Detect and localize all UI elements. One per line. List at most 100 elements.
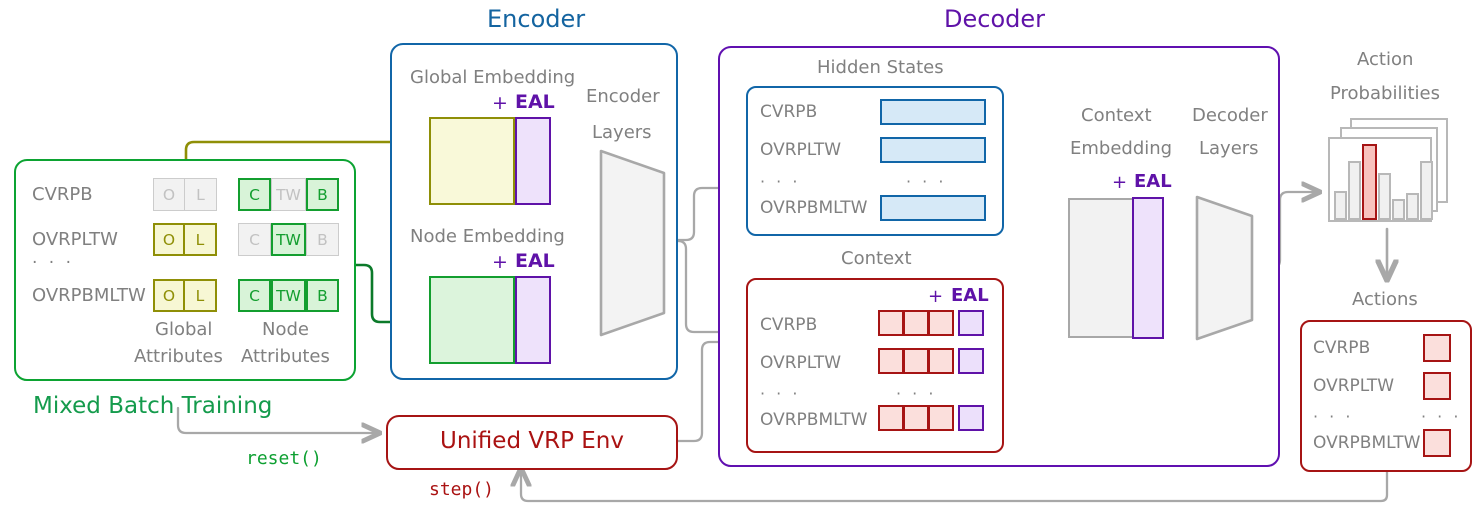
global-attr-row-1: O L	[153, 223, 217, 256]
context-embedding-label-line2: Embedding	[1070, 138, 1173, 159]
hidden-states-label: Hidden States	[817, 57, 944, 78]
hidden-row-label-1: OVRPLTW	[760, 140, 842, 160]
context-cell-1-2[interactable]	[928, 348, 954, 374]
context-cell-2-1[interactable]	[903, 405, 929, 431]
decoder-layers-label-line1: Decoder	[1192, 105, 1268, 126]
global-embedding-plus: +	[492, 92, 508, 114]
node-attributes-header-line2: Attributes	[241, 346, 330, 367]
action-square-2[interactable]	[1423, 429, 1451, 457]
action-row-label-2: OVRPBMLTW	[1313, 433, 1421, 453]
node-embedding-eal-block[interactable]	[515, 276, 551, 364]
global-cell-O[interactable]: O	[153, 223, 185, 256]
action-row-label-1: OVRPLTW	[1313, 376, 1395, 396]
node-embedding-block[interactable]	[429, 276, 515, 364]
node-attr-row-2: C TW B	[238, 279, 339, 312]
context-embedding-plus: +	[1112, 172, 1128, 193]
node-cell-B[interactable]: B	[306, 279, 339, 312]
action-square-0[interactable]	[1423, 334, 1451, 362]
global-attr-row-2: O L	[153, 279, 217, 312]
global-attr-row-0: O L	[153, 178, 217, 211]
decoder-title: Decoder	[944, 5, 1045, 33]
node-cell-B[interactable]: B	[306, 178, 339, 211]
node-cell-TW[interactable]: TW	[271, 178, 306, 211]
node-attr-row-1: C TW B	[238, 223, 339, 256]
node-embedding-eal-label: EAL	[515, 250, 555, 272]
node-embedding-plus: +	[492, 251, 508, 273]
step-edge-label: step()	[429, 479, 495, 500]
global-cell-L[interactable]: L	[185, 279, 217, 312]
global-attributes-header-line2: Attributes	[134, 346, 223, 367]
context-eal-cell-0[interactable]	[958, 310, 984, 336]
context-row-label-0: CVRPB	[760, 315, 818, 335]
hidden-state-bar-1[interactable]	[880, 137, 986, 163]
global-embedding-block[interactable]	[429, 117, 515, 205]
context-label: Context	[841, 248, 912, 269]
left-row-label-2: OVRPBMLTW	[32, 285, 146, 306]
context-plus: +	[928, 286, 944, 307]
context-rows-ellipsis-right: · · ·	[896, 384, 937, 403]
global-cell-O[interactable]: O	[153, 279, 185, 312]
actions-ellipsis-left: · · ·	[1313, 407, 1354, 426]
context-cell-0-0[interactable]	[878, 310, 904, 336]
node-cell-TW[interactable]: TW	[271, 223, 306, 256]
action-probabilities-label-line1: Action	[1357, 49, 1414, 70]
context-eal-label: EAL	[951, 285, 989, 306]
probability-bar-4	[1392, 199, 1405, 220]
global-cell-L[interactable]: L	[185, 223, 217, 256]
decoder-layers-label-line2: Layers	[1199, 138, 1259, 159]
action-square-1[interactable]	[1423, 372, 1451, 400]
context-embedding-eal-label: EAL	[1134, 171, 1172, 192]
encoder-layers-trapezoid[interactable]	[598, 148, 670, 338]
node-cell-B[interactable]: B	[306, 223, 339, 256]
context-cell-2-2[interactable]	[928, 405, 954, 431]
context-eal-cell-2[interactable]	[958, 405, 984, 431]
probability-bar-2-selected	[1362, 144, 1377, 220]
node-cell-C[interactable]: C	[238, 178, 271, 211]
node-embedding-label: Node Embedding	[410, 226, 565, 247]
hidden-rows-ellipsis-right: · · ·	[906, 172, 947, 191]
node-attributes-header-line1: Node	[262, 319, 309, 340]
probability-bar-5	[1406, 193, 1419, 220]
context-embedding-block[interactable]	[1068, 198, 1134, 338]
hidden-state-bar-0[interactable]	[880, 99, 986, 125]
context-eal-cell-1[interactable]	[958, 348, 984, 374]
probability-bar-0	[1334, 191, 1347, 220]
actions-title: Actions	[1352, 289, 1418, 310]
node-cell-C[interactable]: C	[238, 279, 271, 312]
global-embedding-eal-block[interactable]	[515, 117, 551, 205]
context-cell-0-2[interactable]	[928, 310, 954, 336]
hidden-state-bar-2[interactable]	[880, 195, 986, 221]
action-probabilities-label-line2: Probabilities	[1330, 83, 1440, 104]
node-cell-C[interactable]: C	[238, 223, 271, 256]
context-cell-1-0[interactable]	[878, 348, 904, 374]
hidden-rows-ellipsis-left: · · ·	[760, 172, 801, 191]
unified-vrp-env-title: Unified VRP Env	[440, 428, 624, 454]
left-rows-ellipsis: · · ·	[32, 253, 75, 273]
context-cell-0-1[interactable]	[903, 310, 929, 336]
actions-ellipsis-right: · · ·	[1421, 407, 1462, 426]
encoder-layers-label-line1: Encoder	[586, 86, 660, 107]
probability-bar-3	[1378, 173, 1391, 220]
probability-bar-6	[1420, 161, 1433, 220]
encoder-title: Encoder	[487, 5, 586, 33]
action-row-label-0: CVRPB	[1313, 338, 1371, 358]
global-cell-O[interactable]: O	[153, 178, 185, 211]
global-attributes-header-line1: Global	[155, 319, 213, 340]
context-row-label-2: OVRPBMLTW	[760, 410, 868, 430]
context-row-label-1: OVRPLTW	[760, 353, 842, 373]
probability-bar-1	[1348, 161, 1361, 220]
context-cell-2-0[interactable]	[878, 405, 904, 431]
context-rows-ellipsis-left: · · ·	[760, 384, 801, 403]
node-attr-row-0: C TW B	[238, 178, 339, 211]
context-embedding-label-line1: Context	[1081, 105, 1152, 126]
hidden-row-label-0: CVRPB	[760, 102, 818, 122]
hidden-row-label-2: OVRPBMLTW	[760, 198, 868, 218]
global-cell-L[interactable]: L	[185, 178, 217, 211]
context-embedding-eal-block[interactable]	[1132, 197, 1164, 339]
left-row-label-0: CVRPB	[32, 184, 93, 205]
global-embedding-label: Global Embedding	[410, 67, 576, 88]
left-row-label-1: OVRPLTW	[32, 229, 118, 250]
decoder-layers-trapezoid[interactable]	[1194, 194, 1258, 342]
node-cell-TW[interactable]: TW	[271, 279, 306, 312]
context-cell-1-1[interactable]	[903, 348, 929, 374]
